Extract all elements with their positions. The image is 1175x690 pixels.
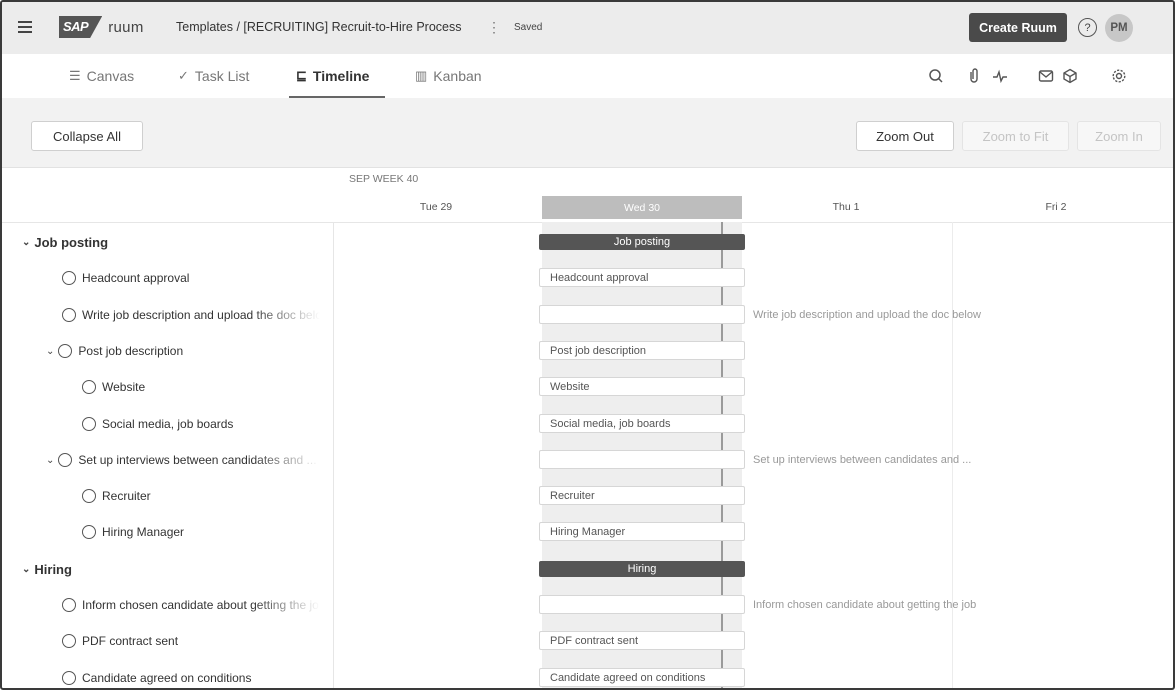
zoom-out-button[interactable]: Zoom Out	[856, 121, 954, 151]
task-checkbox[interactable]	[82, 489, 96, 503]
chevron-down-icon[interactable]: ⌄	[22, 564, 30, 575]
row-label: Recruiter	[102, 489, 151, 503]
row-label: Headcount approval	[82, 271, 190, 285]
mail-icon[interactable]	[1038, 68, 1054, 84]
day-header-fri: Fri 2	[1045, 201, 1067, 213]
tab-label: Timeline	[312, 68, 370, 84]
row-label: Hiring Manager	[102, 525, 185, 539]
logo[interactable]: SAP ruum	[59, 16, 144, 38]
task-row[interactable]: Social media, job boards	[82, 414, 333, 434]
sap-logo: SAP	[59, 16, 103, 38]
task-row[interactable]: Recruiter	[82, 486, 333, 506]
tab-label: Canvas	[86, 68, 135, 84]
task-bar-label: Set up interviews between candidates and…	[753, 454, 972, 466]
row-label: PDF contract sent	[82, 634, 179, 648]
kanban-icon: ▥	[415, 68, 428, 83]
task-bar[interactable]: Social media, job boards	[539, 414, 745, 433]
tab-canvas[interactable]: ☰ Canvas	[69, 68, 134, 84]
section-bar[interactable]: Hiring	[539, 561, 745, 577]
task-checkbox[interactable]	[62, 598, 76, 612]
attachment-icon[interactable]	[968, 68, 980, 84]
breadcrumb[interactable]: Templates / [RECRUITING] Recruit-to-Hire…	[176, 20, 461, 34]
day-header-thu: Thu 1	[832, 201, 860, 213]
zoom-to-fit-button[interactable]: Zoom to Fit	[962, 121, 1069, 151]
activity-icon[interactable]	[992, 68, 1008, 84]
tab-label: Kanban	[433, 68, 482, 84]
section-header[interactable]: ⌄ Job posting	[22, 232, 333, 252]
tab-task-list[interactable]: ✓ Task List	[178, 68, 249, 84]
task-checkbox[interactable]	[58, 453, 73, 467]
task-bar[interactable]: Hiring Manager	[539, 522, 745, 541]
settings-icon[interactable]	[1111, 68, 1127, 84]
task-bar[interactable]	[539, 305, 745, 324]
task-checkbox[interactable]	[62, 634, 76, 648]
chevron-down-icon[interactable]: ⌄	[22, 237, 30, 248]
row-label: Candidate agreed on conditions	[82, 671, 252, 685]
task-bar-label: Write job description and upload the doc…	[753, 309, 981, 321]
menu-icon[interactable]	[18, 21, 32, 33]
task-row[interactable]: Hiring Manager	[82, 522, 333, 542]
day-header-tue: Tue 29	[419, 201, 453, 213]
row-label: Hiring	[34, 561, 72, 577]
task-row[interactable]: Website	[82, 377, 333, 397]
task-bar[interactable]: Candidate agreed on conditions	[539, 668, 745, 687]
row-label: Post job description	[78, 344, 184, 358]
canvas-icon: ☰	[69, 68, 81, 83]
task-checkbox[interactable]	[82, 417, 96, 431]
chevron-down-icon[interactable]: ⌄	[46, 455, 54, 466]
save-status: Saved	[514, 22, 543, 33]
timeline-icon: ⊑	[296, 68, 307, 83]
tab-kanban[interactable]: ▥ Kanban	[415, 68, 482, 84]
task-bar[interactable]	[539, 595, 745, 614]
task-bar[interactable]: Post job description	[539, 341, 745, 360]
divider	[333, 222, 334, 688]
task-bar[interactable]: Website	[539, 377, 745, 396]
collapse-all-button[interactable]: Collapse All	[31, 121, 143, 151]
app-name: ruum	[108, 18, 144, 36]
task-row[interactable]: ⌄ Post job description	[46, 341, 333, 361]
row-label: Job posting	[34, 234, 109, 250]
zoom-in-button[interactable]: Zoom In	[1077, 121, 1161, 151]
row-label: Social media, job boards	[102, 417, 234, 431]
task-row[interactable]: PDF contract sent	[62, 631, 333, 651]
task-row[interactable]: Headcount approval	[62, 268, 333, 288]
create-ruum-button[interactable]: Create Ruum	[969, 13, 1067, 42]
task-checkbox[interactable]	[82, 380, 96, 394]
task-checkbox[interactable]	[62, 271, 76, 285]
day-header-today: Wed 30	[542, 196, 742, 219]
task-bar[interactable]: Recruiter	[539, 486, 745, 505]
text-fade	[252, 595, 332, 615]
task-checkbox[interactable]	[58, 344, 73, 358]
task-row[interactable]: Candidate agreed on conditions	[62, 668, 333, 688]
task-bar[interactable]: Headcount approval	[539, 268, 745, 287]
task-checkbox[interactable]	[62, 308, 76, 322]
search-user-icon[interactable]	[928, 68, 944, 84]
section-bar[interactable]: Job posting	[539, 234, 745, 250]
text-fade	[252, 305, 332, 325]
chevron-down-icon[interactable]: ⌄	[46, 346, 54, 357]
task-bar[interactable]	[539, 450, 745, 469]
task-bar-label: Inform chosen candidate about getting th…	[753, 599, 977, 611]
top-bar: SAP ruum Templates / [RECRUITING] Recrui…	[2, 2, 1173, 54]
text-fade	[252, 450, 332, 470]
tab-timeline[interactable]: ⊑ Timeline	[296, 68, 369, 84]
task-checkbox[interactable]	[62, 671, 76, 685]
box-icon[interactable]	[1062, 68, 1078, 84]
help-icon[interactable]: ?	[1078, 18, 1097, 37]
task-checkbox[interactable]	[82, 525, 96, 539]
more-options-icon[interactable]: ⋮	[487, 19, 501, 36]
avatar[interactable]: PM	[1105, 14, 1133, 42]
row-label: Website	[102, 380, 146, 394]
task-bar[interactable]: PDF contract sent	[539, 631, 745, 650]
task-list-icon: ✓	[178, 68, 189, 83]
tab-label: Task List	[194, 68, 250, 84]
section-header[interactable]: ⌄ Hiring	[22, 559, 333, 579]
app-window: SAP ruum Templates / [RECRUITING] Recrui…	[0, 0, 1175, 690]
week-label: SEP WEEK 40	[349, 173, 419, 185]
